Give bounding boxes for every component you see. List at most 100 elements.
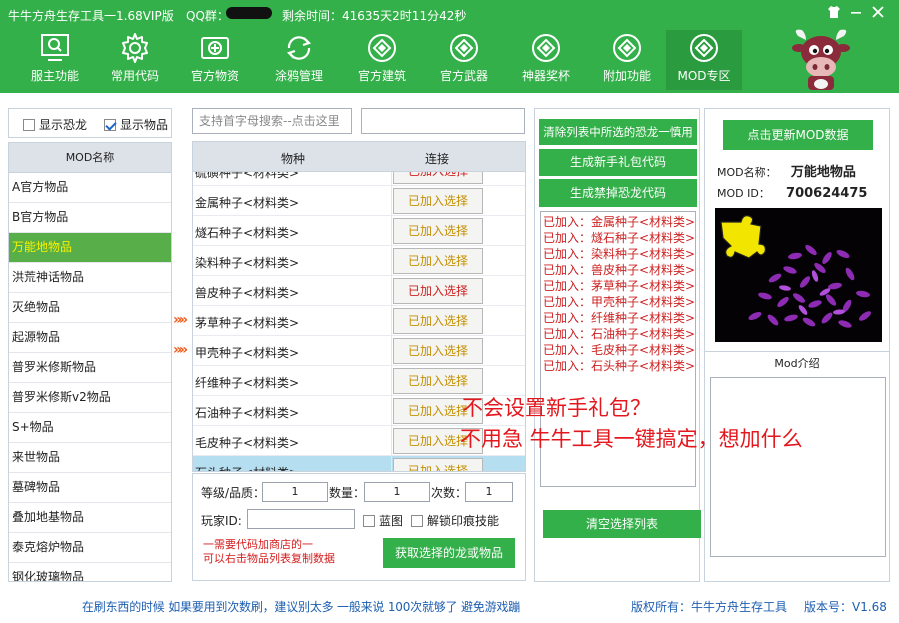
column-header-link: 连接 [425,152,450,166]
mod-list-item[interactable]: 普罗米修斯v2物品 [9,383,171,413]
nav-extra-functions[interactable]: 附加功能 [589,30,665,90]
generate-gift-code-button[interactable]: 生成新手礼包代码 [539,149,697,176]
blueprint-checkbox[interactable]: 蓝图 [363,512,403,529]
added-select-button[interactable]: 已加入选择 [393,308,483,334]
nav-mod-zone[interactable]: MOD专区 [666,30,742,90]
mod-intro-label: Mod介绍 [774,357,820,370]
column-header-item: 物种 [281,152,306,166]
player-id-input[interactable] [247,509,355,529]
status-bar: 在刷东西的时候 如果要用到次数刷，建议别太多 一般来说 100次就够了 避免游戏… [0,593,899,623]
cow-mascot-logo [792,29,850,90]
list-item: 已加入：金属种子<材料类> [543,215,696,229]
code-generator-panel: 清除列表中所选的恐龙一慎用 生成新手礼包代码 生成禁掉恐龙代码 已加入：金属种子… [534,108,701,582]
level-label: 等级/品质： [201,486,266,500]
level-input[interactable]: 1 [262,482,328,502]
checkbox-label: 显示恐龙 [39,118,88,132]
search-input[interactable]: 支持首字母搜索--点击这里 [192,108,352,134]
list-item: 已加入：纤维种子<材料类> [543,311,696,325]
checkbox-label: 解锁印痕技能 [427,514,500,528]
nav-label: 官方物资 [190,69,239,83]
mod-list-item-selected[interactable]: 万能地物品 [9,233,171,263]
table-row[interactable]: 金属种子<材料类> 已加入选择 [193,186,525,216]
checkbox-box-checked[interactable] [104,119,116,131]
table-row-highlighted[interactable]: 石头种子<材料类> 已加入选择 [193,456,525,471]
nav-server-functions[interactable]: 服主功能 [17,30,93,90]
mod-id-value: 700624475 [786,186,868,201]
mod-preview-image [715,208,882,342]
show-item-checkbox[interactable]: 显示物品 [104,116,168,133]
screen-search-icon [41,34,69,61]
table-row[interactable]: 甲壳种子<材料类> 已加入选择 [193,336,525,366]
list-item: 已加入：兽皮种子<材料类> [543,263,696,277]
clear-selected-dino-button[interactable]: 清除列表中所选的恐龙一慎用 [539,119,697,145]
checkbox-label: 显示物品 [120,118,169,132]
table-row[interactable]: 燧石种子<材料类> 已加入选择 [193,216,525,246]
hint-line: 可以右击物品列表复制数据 [203,552,335,565]
nav-label: 常用代码 [110,69,159,83]
mod-name-value: 万能地物品 [790,165,856,180]
plus-box-icon [201,37,229,59]
checkbox-box[interactable] [411,515,423,527]
item-name: 石头种子<材料类> [195,464,299,471]
generate-ban-dino-code-button[interactable]: 生成禁掉恐龙代码 [539,179,697,207]
added-select-button[interactable]: 已加入选择 [393,188,483,214]
mod-list-item[interactable]: 洪荒神话物品 [9,263,171,293]
mod-list-item[interactable]: B官方物品 [9,203,171,233]
checkbox-label: 蓝图 [379,514,404,528]
item-name: 毛皮种子<材料类> [195,436,300,450]
nav-graffiti-manage[interactable]: 涂鸦管理 [261,30,337,90]
mod-list-item[interactable]: 来世物品 [9,443,171,473]
coin-icon [532,34,560,62]
nav-common-codes[interactable]: 常用代码 [97,30,173,90]
mod-list-item[interactable]: 起源物品 [9,323,171,353]
added-select-button[interactable]: 已加入选择 [393,218,483,244]
mod-list-item[interactable]: 普罗米修斯物品 [9,353,171,383]
close-icon[interactable] [868,5,888,24]
mod-list-item[interactable]: S+物品 [9,413,171,443]
mod-list-item[interactable]: 灭绝物品 [9,293,171,323]
mod-list-item[interactable]: A官方物品 [9,173,171,203]
table-row[interactable]: 染料种子<材料类> 已加入选择 [193,246,525,276]
search-result-field[interactable] [361,108,525,134]
update-mod-data-button[interactable]: 点击更新MOD数据 [723,120,873,150]
mod-list-item[interactable]: 墓碑物品 [9,473,171,503]
nav-artifact-trophy[interactable]: 神器奖杯 [508,30,584,90]
item-name: 金属种子<材料类> [195,196,300,210]
times-label: 次数： [431,486,468,500]
item-name: 染料种子<材料类> [195,256,300,270]
skin-icon[interactable] [824,5,844,24]
nav-official-weapons[interactable]: 官方武器 [426,30,502,90]
added-select-button[interactable]: 已加入选择 [393,368,483,394]
mod-list-item[interactable]: 叠加地基物品 [9,503,171,533]
get-selected-button[interactable]: 获取选择的龙或物品 [383,538,515,568]
version: 版本号：V1.68 [804,600,887,614]
checkbox-box[interactable] [23,119,35,131]
minimize-icon[interactable] [846,5,866,24]
added-select-button[interactable]: 已加入选择 [393,458,483,471]
list-item: 已加入：茅草种子<材料类> [543,279,696,293]
mod-list-header: MOD名称 [9,143,171,173]
table-row[interactable]: 兽皮种子<材料类> 已加入选择 [193,276,525,306]
quantity-input[interactable]: 1 [364,482,430,502]
unlock-engram-checkbox[interactable]: 解锁印痕技能 [411,512,499,529]
mod-name-row: MOD名称： 万能地物品 [717,161,856,180]
coin-icon [450,34,478,62]
nav-label: 服主功能 [30,69,79,83]
mod-intro-textbox[interactable] [710,377,886,557]
nav-official-buildings[interactable]: 官方建筑 [344,30,420,90]
times-input[interactable]: 1 [465,482,513,502]
nav-official-supplies[interactable]: 官方物资 [177,30,253,90]
list-item: 已加入：染料种子<材料类> [543,247,696,261]
mod-list-item[interactable]: 泰克熔炉物品 [9,533,171,563]
quantity-label: 数量： [329,486,366,500]
added-select-button[interactable]: 已加入选择 [393,248,483,274]
added-select-button[interactable]: 已加入选择 [393,278,483,304]
copy-hint: 一需要代码加商店的一 可以右击物品列表复制数据 [203,538,335,566]
show-dino-checkbox[interactable]: 显示恐龙 [23,116,87,133]
promo-text-line1: 不会设置新手礼包？ [462,396,651,420]
added-select-button[interactable]: 已加入选择 [393,338,483,364]
clear-selection-list-button[interactable]: 清空选择列表 [543,510,701,538]
mod-list-item[interactable]: 钢化玻璃物品 [9,563,171,581]
table-row[interactable]: 茅草种子<材料类> 已加入选择 [193,306,525,336]
checkbox-box[interactable] [363,515,375,527]
